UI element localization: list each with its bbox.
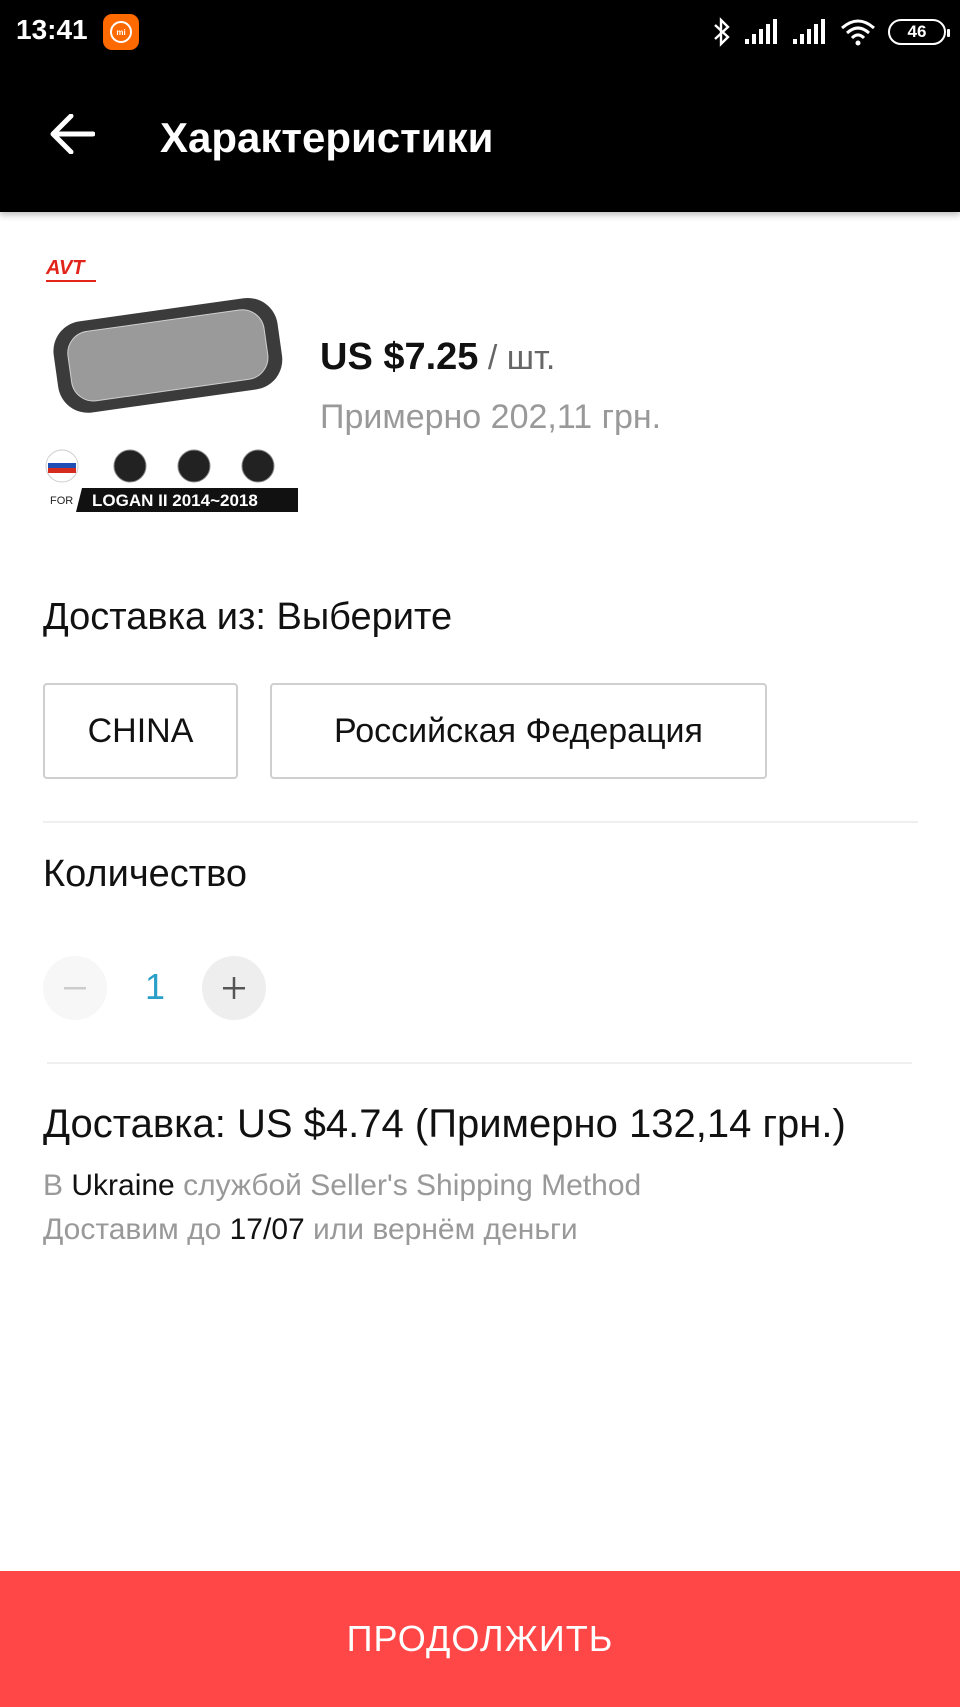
arrow-left-icon bbox=[50, 114, 95, 154]
quantity-value[interactable]: 1 bbox=[130, 966, 180, 1008]
product-price: US $7.25 bbox=[320, 336, 479, 378]
delivery-date-prefix: Доставим до bbox=[43, 1213, 230, 1246]
brand-logo: AVT bbox=[45, 257, 86, 279]
easy-install-badge bbox=[177, 449, 211, 483]
product-image[interactable]: AVT FOR LOGAN II 2014~2018 bbox=[42, 254, 298, 512]
ship-from-option-china[interactable]: CHINA bbox=[43, 683, 238, 779]
shipping-method-prefix: В bbox=[43, 1169, 72, 1202]
quantity-label: Количество bbox=[43, 853, 248, 895]
product-image-graphic: AVT FOR LOGAN II 2014~2018 bbox=[42, 254, 298, 512]
minus-icon bbox=[64, 987, 86, 990]
status-icons: 46 bbox=[712, 14, 950, 50]
price-line: US $7.25 / шт. bbox=[320, 336, 555, 379]
high-quality-badge bbox=[113, 449, 147, 483]
battery-icon: 46 bbox=[888, 19, 950, 45]
delivery-date-suffix: или вернём деньги bbox=[304, 1213, 578, 1246]
quantity-decrease-button[interactable] bbox=[43, 956, 107, 1020]
delivery-date: 17/07 bbox=[229, 1213, 305, 1246]
shipping-country: Ukraine bbox=[71, 1169, 175, 1202]
fast-delivery-badge bbox=[241, 449, 275, 483]
price-unit: / шт. bbox=[478, 339, 556, 377]
battery-level: 46 bbox=[907, 22, 927, 41]
wifi-icon bbox=[841, 19, 875, 46]
mi-app-icon: mi bbox=[103, 14, 139, 50]
app-bar: Характеристики bbox=[0, 64, 960, 212]
continue-button[interactable]: ПРОДОЛЖИТЬ bbox=[0, 1571, 960, 1707]
caption-for: FOR bbox=[50, 495, 73, 507]
delivery-date-line: Доставим до 17/07 или вернём деньги bbox=[43, 1213, 578, 1247]
back-button[interactable] bbox=[42, 108, 102, 160]
shipping-method-suffix: службой Seller's Shipping Method bbox=[174, 1169, 642, 1202]
bluetooth-icon bbox=[714, 17, 730, 47]
quantity-increase-button[interactable] bbox=[202, 956, 266, 1020]
mi-badge-label: mi bbox=[110, 21, 132, 43]
divider bbox=[47, 1062, 912, 1064]
plus-icon bbox=[223, 977, 245, 999]
page-title: Характеристики bbox=[160, 114, 494, 161]
divider bbox=[43, 821, 918, 823]
ship-from-label: Доставка из: Выберите bbox=[43, 596, 453, 638]
signal-icon bbox=[793, 19, 825, 44]
signal-icon bbox=[745, 19, 777, 44]
status-bar: 13:41 mi 46 bbox=[0, 0, 960, 64]
status-time: 13:41 bbox=[16, 14, 88, 45]
shipping-method-line: В Ukraine службой Seller's Shipping Meth… bbox=[43, 1169, 641, 1203]
ship-from-option-russia[interactable]: Российская Федерация bbox=[270, 683, 767, 779]
shipping-cost: Доставка: US $4.74 (Примерно 132,14 грн.… bbox=[43, 1102, 846, 1146]
approx-price: Примерно 202,11 грн. bbox=[320, 398, 662, 436]
caption-model: LOGAN II 2014~2018 bbox=[92, 491, 258, 510]
